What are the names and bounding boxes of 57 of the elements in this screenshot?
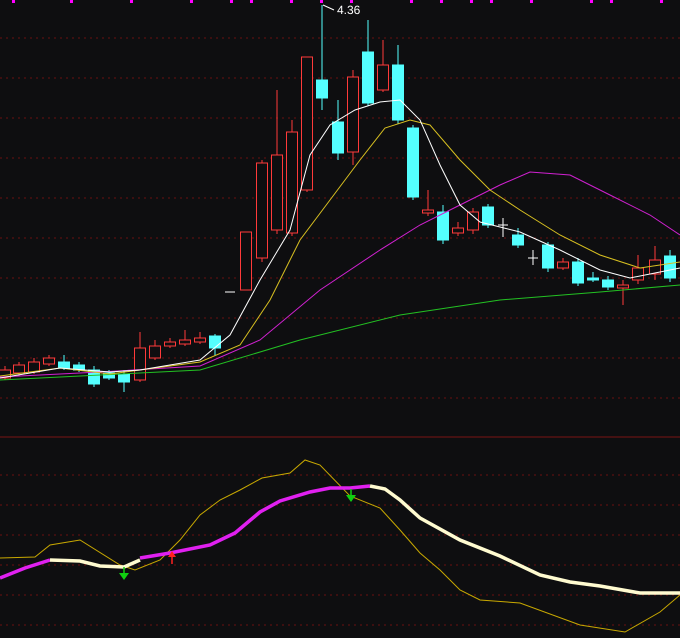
candlestick [240,232,252,290]
candlestick [467,208,479,234]
top-marker [440,0,443,3]
top-marker [12,0,15,3]
top-marker [130,0,133,3]
down-arrow-icon [346,489,356,502]
candlestick [498,218,508,238]
candlestick [194,332,206,344]
top-marker [470,0,473,3]
top-marker [490,0,493,3]
candlestick [617,280,629,306]
top-marker [610,0,613,3]
candlestick [649,246,661,280]
candlestick [73,362,85,372]
candlestick [572,258,584,286]
candlestick [602,276,614,290]
down-arrow-icon [119,567,129,580]
top-marker [320,0,323,3]
candlestick [0,366,11,380]
candlestick [88,366,100,388]
candlestick [557,258,569,270]
candlestick [134,332,146,382]
top-marker [250,0,253,3]
top-marker [530,0,533,3]
top-marker [290,0,293,3]
candlestick [13,362,25,376]
candlestick [482,204,494,228]
up-arrow-icon [168,551,176,564]
top-marker [70,0,73,3]
candlestick [209,334,221,356]
high-price-label: 4.36 [337,3,360,17]
top-marker [350,0,353,3]
candlestick [58,354,70,370]
candlestick [664,250,676,282]
candlestick [528,250,538,266]
leader-line [322,4,334,10]
candlestick [377,40,389,92]
candlestick [103,370,115,380]
candlestick [179,330,191,346]
candlestick [437,204,449,244]
top-marker [230,0,233,3]
candlestick [542,242,554,272]
candlestick [164,338,176,348]
candlestick [118,370,130,392]
candlestick [332,100,344,160]
candlestick [452,222,464,236]
candlestick [43,354,55,366]
candlestick [149,340,161,360]
candlestick [587,272,599,282]
candlestick [512,228,524,248]
candlestick [632,254,644,284]
candlestick [28,358,40,374]
top-marker [190,0,193,3]
top-marker [410,0,413,3]
top-marker [660,0,663,3]
candlestick [422,190,434,216]
top-marker [590,0,593,3]
